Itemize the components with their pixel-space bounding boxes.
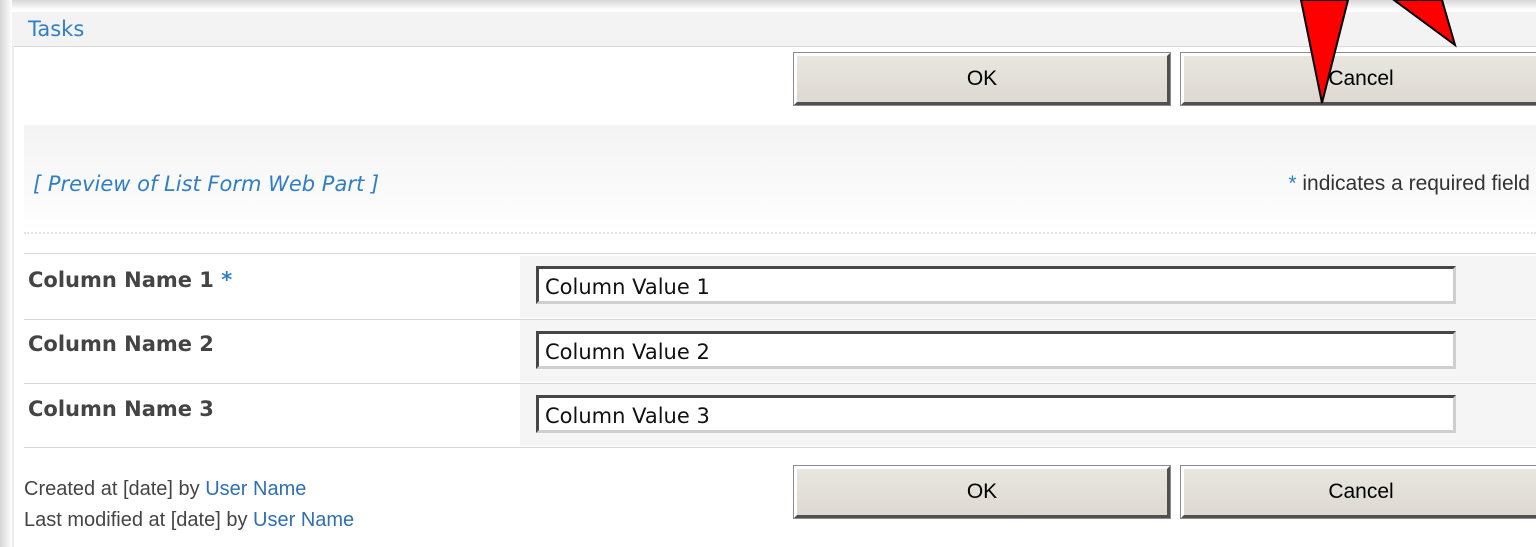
required-field-note: * indicates a required field (1288, 172, 1530, 196)
field-label-3: Column Name 3 (28, 397, 214, 421)
modified-by-user-link[interactable]: User Name (253, 509, 354, 531)
title-bar: Tasks (12, 12, 1536, 47)
ok-button-top[interactable]: OK (793, 52, 1171, 106)
page-title: Tasks (28, 17, 85, 41)
divider (24, 447, 1536, 448)
created-prefix: Created at [date] by (24, 478, 206, 500)
ok-button-bottom[interactable]: OK (793, 465, 1171, 519)
field-label-text: Column Name 1 (28, 268, 214, 292)
required-star: * (1288, 172, 1297, 195)
cancel-button-top[interactable]: Cancel (1180, 52, 1536, 106)
created-info: Created at [date] by User Name (24, 478, 306, 501)
modified-info: Last modified at [date] by User Name (24, 509, 354, 532)
column-value-1-input[interactable]: Column Value 1 (536, 266, 1456, 304)
created-by-user-link[interactable]: User Name (205, 478, 306, 500)
modified-prefix: Last modified at [date] by (24, 509, 254, 531)
form-dialog: Tasks OK Cancel [ Preview of List Form W… (0, 0, 1536, 547)
frame-edge (12, 46, 14, 547)
column-value-3-input[interactable]: Column Value 3 (536, 395, 1456, 433)
window-shadow-top (0, 0, 1536, 10)
window-shadow-left (0, 0, 12, 547)
required-note-text: indicates a required field (1296, 172, 1530, 195)
field-label-1: Column Name 1 * (28, 268, 232, 292)
preview-title: [ Preview of List Form Web Part ] (33, 172, 380, 196)
column-value-2-input[interactable]: Column Value 2 (536, 331, 1456, 369)
field-label-2: Column Name 2 (28, 332, 214, 356)
divider (24, 253, 1536, 254)
required-marker: * (221, 268, 233, 292)
cancel-button-bottom[interactable]: Cancel (1180, 465, 1536, 519)
divider (24, 232, 1536, 234)
